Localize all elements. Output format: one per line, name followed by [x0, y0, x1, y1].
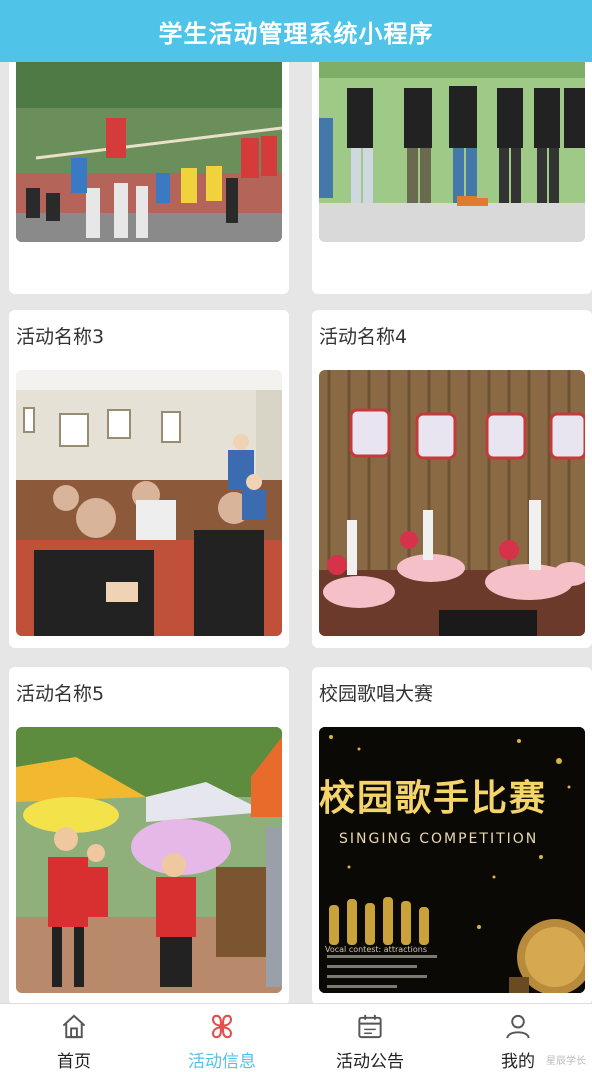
activity-title: 校园歌唱大赛	[319, 683, 434, 705]
bottom-tab-bar: 首页 活动信息 活动公告 我的	[0, 1003, 592, 1072]
activity-card[interactable]: 活动名称5	[9, 667, 289, 1003]
elderly-audience-photo	[16, 370, 282, 636]
activity-list[interactable]: 活动名称3 活动名称4 活动名称5 校园歌唱大赛 校园歌手比赛 SINGING …	[0, 62, 592, 1003]
singing-poster-photo: 校园歌手比赛 SINGING COMPETITION Vocal contest…	[319, 727, 585, 993]
volunteer-booth-photo	[16, 727, 282, 993]
activity-title: 活动名称5	[16, 683, 105, 705]
activity-card[interactable]: 活动名称3	[9, 310, 289, 648]
user-icon	[506, 1014, 530, 1039]
roller-skating-photo	[319, 62, 585, 242]
activity-card[interactable]: 校园歌唱大赛 校园歌手比赛 SINGING COMPETITION Vocal …	[312, 667, 592, 1003]
poster-subline: SINGING COMPETITION	[339, 831, 539, 847]
tab-home[interactable]: 首页	[0, 1004, 148, 1072]
app-header: 学生活动管理系统小程序	[0, 0, 592, 62]
activity-card[interactable]	[312, 62, 592, 294]
page-title: 学生活动管理系统小程序	[158, 19, 434, 48]
tab-activity-info[interactable]: 活动信息	[148, 1004, 296, 1072]
activity-card[interactable]: 活动名称4	[312, 310, 592, 648]
activity-title: 活动名称4	[319, 326, 408, 348]
tug-of-war-photo	[16, 62, 282, 242]
clover-icon	[211, 1014, 233, 1039]
watermark-text: 星辰学长	[546, 1056, 586, 1067]
home-icon	[62, 1014, 86, 1039]
tab-label: 首页	[57, 1052, 91, 1072]
calendar-icon	[358, 1014, 382, 1039]
poster-note: Vocal contest: attractions	[325, 945, 428, 954]
poster-headline: 校园歌手比赛	[319, 778, 548, 819]
activity-card[interactable]	[9, 62, 289, 294]
tab-label: 活动信息	[188, 1052, 256, 1072]
tab-activity-notice[interactable]: 活动公告	[296, 1004, 444, 1072]
activity-title: 活动名称3	[16, 326, 105, 348]
tab-label: 活动公告	[336, 1052, 404, 1072]
stage-dance-photo	[319, 370, 585, 636]
tab-label: 我的	[501, 1052, 535, 1072]
